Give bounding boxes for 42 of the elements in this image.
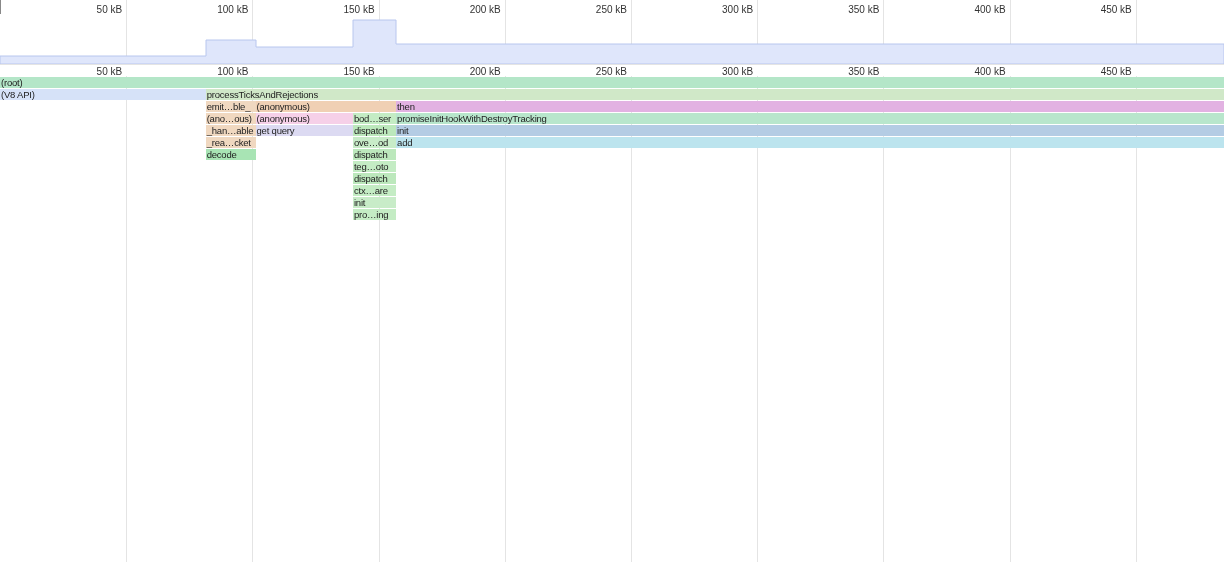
flame-frame[interactable]: then <box>396 101 1224 112</box>
flame-frame[interactable]: promiseInitHookWithDestroyTracking <box>396 113 1224 124</box>
flame-frame[interactable]: get query <box>255 125 353 136</box>
flame-frame[interactable]: _han…able <box>205 125 256 136</box>
flame-frame[interactable]: emit…ble_ <box>205 101 256 112</box>
overview-tick-label: 450 kB <box>1099 4 1132 16</box>
axis-tick-label: 400 kB <box>973 66 1006 78</box>
flame-frame[interactable]: init <box>352 197 397 208</box>
axis-tick-label: 450 kB <box>1099 66 1132 78</box>
flame-frame[interactable]: ove…od <box>352 137 397 148</box>
flame-frame[interactable]: (anonymous) <box>255 113 353 124</box>
axis-tick-label: 50 kB <box>95 66 123 78</box>
overview-tick-label: 250 kB <box>594 4 627 16</box>
flame-frame[interactable]: teg…oto <box>352 161 397 172</box>
flame-frame[interactable]: dispatch <box>352 173 397 184</box>
overview-tick-label: 150 kB <box>342 4 375 16</box>
overview-tick-label: 300 kB <box>721 4 754 16</box>
flame-frame[interactable]: _rea…cket <box>205 137 256 148</box>
flame-frame[interactable]: add <box>396 137 1224 148</box>
flame-frame[interactable]: (ano…ous) <box>205 113 256 124</box>
axis-tick-label: 350 kB <box>847 66 880 78</box>
flame-frame[interactable]: (V8 API) <box>0 89 206 100</box>
overview-tick-label: 200 kB <box>468 4 501 16</box>
flame-frame[interactable]: processTicksAndRejections <box>205 89 1224 100</box>
axis-tick-label: 200 kB <box>468 66 501 78</box>
flame-frame[interactable]: (anonymous) <box>255 101 397 112</box>
flame-frame[interactable]: bod…ser <box>352 113 397 124</box>
flame-frame[interactable]: (root) <box>0 77 1224 88</box>
axis-tick-label: 300 kB <box>721 66 754 78</box>
overview-tick-label: 100 kB <box>216 4 249 16</box>
flame-frame[interactable]: decode <box>205 149 256 160</box>
overview-tick-label: 350 kB <box>847 4 880 16</box>
flame-frame[interactable]: dispatch <box>352 125 397 136</box>
axis-tick-label: 150 kB <box>342 66 375 78</box>
overview-tick-label: 400 kB <box>973 4 1006 16</box>
flame-frame[interactable]: pro…ing <box>352 209 397 220</box>
flame-frame[interactable]: ctx…are <box>352 185 397 196</box>
flame-frame[interactable]: init <box>396 125 1224 136</box>
axis-tick-label: 250 kB <box>594 66 627 78</box>
overview-tick-label: 50 kB <box>95 4 123 16</box>
axis-tick-label: 100 kB <box>216 66 249 78</box>
flame-frame[interactable]: dispatch <box>352 149 397 160</box>
